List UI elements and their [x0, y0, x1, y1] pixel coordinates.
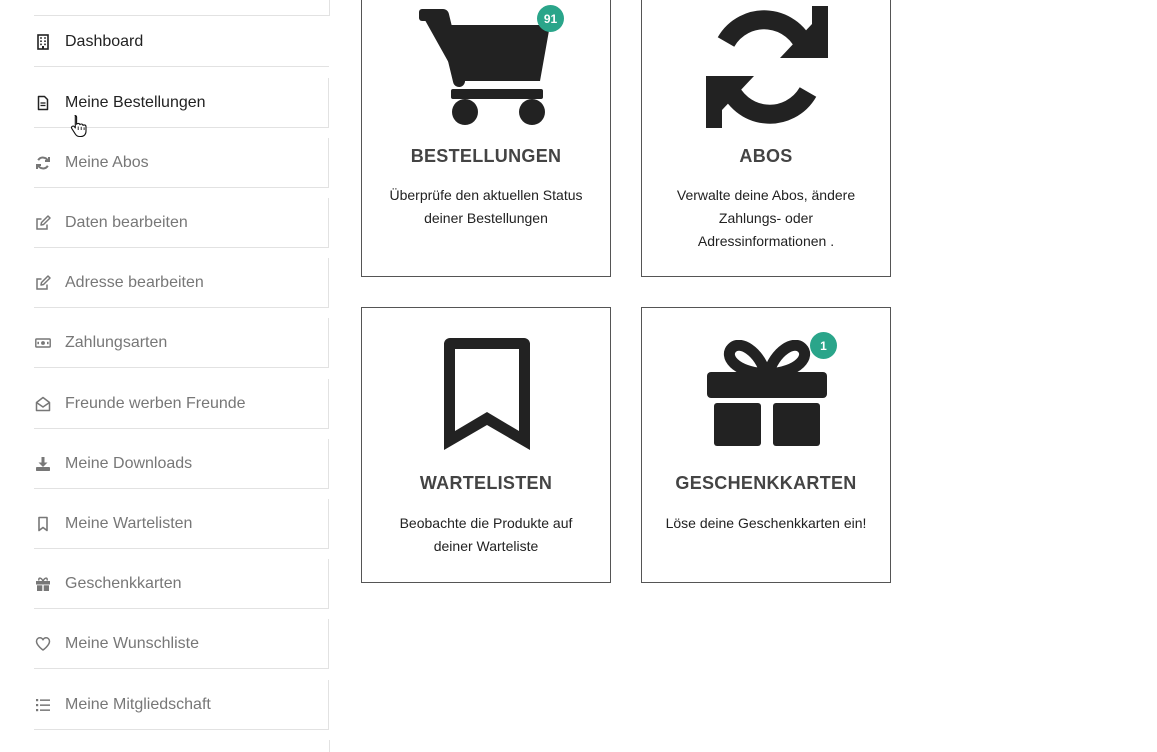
card-title: WARTELISTEN	[419, 473, 553, 493]
account-sidebar: Dashboard Meine Bestellungen Meine Abos …	[0, 0, 340, 752]
divider	[329, 740, 330, 752]
card-description: Verwalte deine Abos, ändere Zahlungs- od…	[676, 187, 856, 249]
sidebar-item-label: Freunde werben Freunde	[65, 394, 246, 412]
gift-cards-card[interactable]: 1 GESCHENKKARTEN Löse deine Geschenkkart…	[641, 307, 891, 583]
card-title: GESCHENKKARTEN	[675, 473, 857, 493]
pointer-cursor-icon	[70, 114, 87, 138]
sidebar-item-edit-address[interactable]: Adresse bearbeiten	[34, 258, 329, 308]
divider	[34, 15, 330, 16]
bookmark-icon	[444, 338, 530, 450]
file-text-icon	[34, 94, 52, 112]
sidebar-item-label: Zahlungsarten	[65, 333, 168, 351]
download-icon	[34, 455, 52, 473]
gift-icon	[707, 340, 827, 446]
sidebar-item-membership[interactable]: Meine Mitgliedschaft	[34, 680, 329, 730]
gift-cards-count-badge: 1	[810, 332, 837, 359]
gift-icon	[34, 575, 52, 593]
cart-icon	[419, 9, 550, 125]
sidebar-item-label: Geschenkkarten	[65, 574, 182, 592]
card-description: Löse deine Geschenkkarten ein!	[665, 515, 867, 531]
card-description: Beobachte die Produkte auf deiner Wartel…	[399, 515, 573, 554]
heart-icon	[34, 635, 52, 653]
waitlists-card[interactable]: WARTELISTEN Beobachte die Produkte auf d…	[361, 307, 611, 583]
envelope-open-icon	[34, 395, 52, 413]
sidebar-item-label: Adresse bearbeiten	[65, 273, 204, 291]
edit-icon	[34, 274, 52, 292]
sidebar-item-downloads[interactable]: Meine Downloads	[34, 439, 329, 489]
sidebar-item-label: Meine Wunschliste	[65, 634, 199, 652]
sidebar-item-waitlists[interactable]: Meine Wartelisten	[34, 499, 329, 549]
list-icon	[34, 696, 52, 714]
orders-card[interactable]: 91 BESTELLUNGEN Überprüfe den aktuellen …	[361, 0, 611, 277]
bookmark-icon	[34, 515, 52, 533]
sidebar-item-label: Meine Abos	[65, 153, 149, 171]
sidebar-item-label: Meine Mitgliedschaft	[65, 695, 211, 713]
sidebar-item-payment-methods[interactable]: Zahlungsarten	[34, 318, 329, 368]
sidebar-item-dashboard[interactable]: Dashboard	[34, 17, 329, 67]
sidebar-item-label: Daten bearbeiten	[65, 213, 188, 231]
money-bill-icon	[34, 334, 52, 352]
sync-icon	[706, 6, 828, 128]
sidebar-item-refer-friends[interactable]: Freunde werben Freunde	[34, 379, 329, 429]
sidebar-item-label: Meine Bestellungen	[65, 93, 206, 111]
subscriptions-card[interactable]: ABOS Verwalte deine Abos, ändere Zahlung…	[641, 0, 891, 277]
sidebar-item-wishlist[interactable]: Meine Wunschliste	[34, 619, 329, 669]
sync-icon	[34, 154, 52, 172]
edit-icon	[34, 214, 52, 232]
sidebar-item-label: Dashboard	[65, 32, 144, 50]
sidebar-item-edit-details[interactable]: Daten bearbeiten	[34, 198, 329, 248]
sidebar-item-gift-cards[interactable]: Geschenkkarten	[34, 559, 329, 609]
sidebar-item-label: Meine Wartelisten	[65, 514, 193, 532]
card-title: BESTELLUNGEN	[410, 146, 562, 166]
sidebar-item-label: Meine Downloads	[65, 454, 193, 472]
orders-count-badge: 91	[537, 5, 564, 32]
card-description: Überprüfe den aktuellen Status deiner Be…	[389, 187, 583, 226]
divider	[329, 0, 330, 16]
sidebar-item-subscriptions[interactable]: Meine Abos	[34, 138, 329, 188]
building-icon	[34, 33, 52, 51]
card-title: ABOS	[739, 146, 793, 166]
